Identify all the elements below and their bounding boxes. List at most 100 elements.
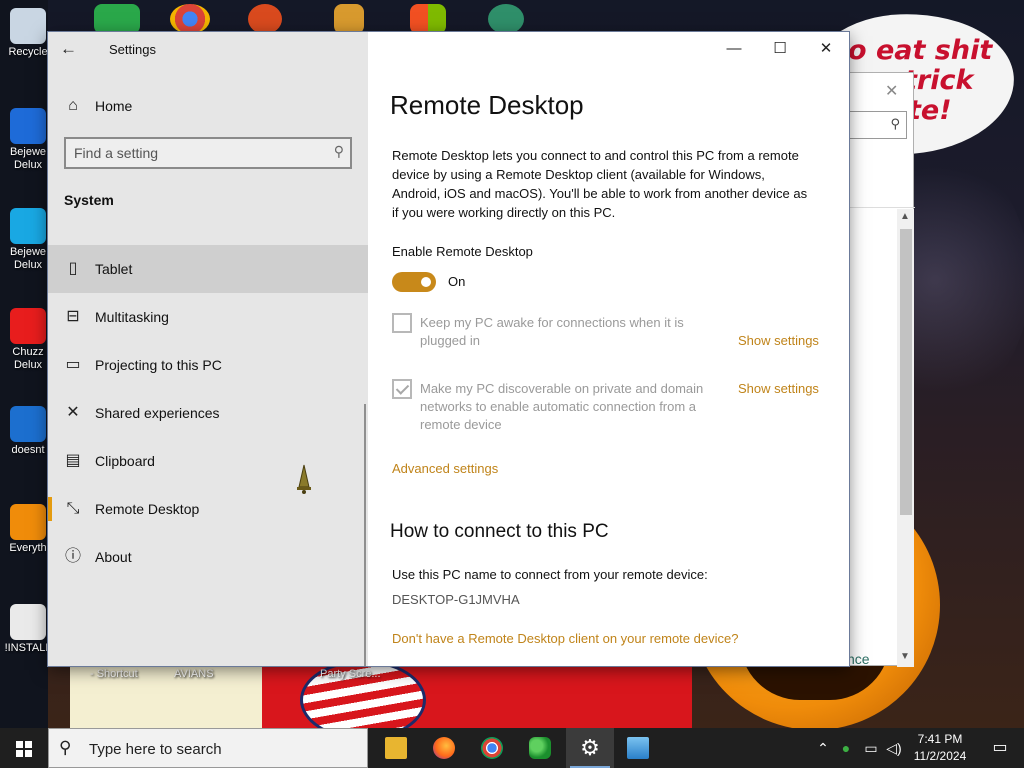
sidebar-item-tablet[interactable]: ▯ Tablet [48, 245, 368, 494]
section-label: System [64, 192, 114, 208]
page-description: Remote Desktop lets you connect to and c… [392, 148, 808, 220]
settings-taskbar-button[interactable]: ⚙ [566, 728, 614, 768]
sidebar-item-multitasking[interactable]: ⊟ Multitasking [48, 293, 368, 341]
title-bar[interactable]: ← Settings [48, 32, 368, 66]
nav-home-label: Home [95, 98, 133, 114]
microsoft-desktop-icon[interactable] [410, 4, 446, 34]
shortcut-label[interactable]: - Shortcut [90, 668, 138, 680]
character-desktop-icon[interactable] [488, 4, 524, 34]
desktop-icon-label: Chuzz Delux [12, 346, 44, 371]
sidebar-scrollbar[interactable] [364, 404, 366, 666]
how-to-connect-heading: How to connect to this PC [390, 521, 609, 542]
toggle-state-label: On [448, 274, 466, 289]
sidebar-item-shared-experiences[interactable]: ✕ Shared experiences [48, 389, 368, 437]
sidebar-item-label: About [95, 549, 132, 565]
maximize-icon[interactable]: ☐ [757, 36, 803, 62]
thunderbird-icon [10, 406, 46, 442]
sidebar-item-label: Tablet [95, 261, 133, 277]
home-icon: ⌂ [68, 97, 78, 114]
no-client-link[interactable]: Don't have a Remote Desktop client on yo… [392, 631, 738, 646]
volume-icon[interactable]: ◁) [884, 728, 904, 768]
close-icon[interactable]: ✕ [885, 81, 898, 101]
party-screen-label[interactable]: Party Scre... [320, 668, 381, 680]
settings-content: — ☐ ✕ Remote Desktop Remote Desktop lets… [368, 32, 849, 666]
shared-experiences-icon: ✕ [66, 404, 80, 421]
green-users-app-icon[interactable] [94, 4, 140, 34]
avians-label[interactable]: AVIANS [174, 668, 214, 680]
clock[interactable]: 7:41 PM 11/2/2024 [908, 731, 972, 765]
chrome-desktop-icon[interactable] [170, 4, 210, 34]
sidebar-item-about[interactable]: ⓘ About [48, 533, 368, 581]
divider [847, 207, 915, 208]
scrollbar-thumb[interactable] [900, 229, 912, 515]
chuzzle-desktop-icon[interactable]: Chuzz Delux [4, 308, 52, 372]
advanced-settings-link[interactable]: Advanced settings [392, 461, 498, 476]
minimize-icon[interactable]: — [711, 36, 757, 62]
gem-icon [10, 208, 46, 244]
enable-remote-desktop-toggle[interactable] [392, 272, 436, 292]
taskbar-search-input[interactable] [89, 740, 349, 758]
sidebar-item-label: Multitasking [95, 309, 169, 325]
clock-time: 7:41 PM [917, 732, 963, 746]
network-icon[interactable]: ▭ [860, 728, 882, 768]
desktop-icon-label: Recycle [8, 46, 48, 58]
desktop-icon-label: Everyth [9, 542, 47, 554]
projecting-icon: ▭ [65, 356, 81, 373]
sidebar-item-label: Projecting to this PC [95, 357, 222, 373]
scroll-down-icon[interactable]: ▼ [900, 651, 910, 662]
toggle-knob [421, 277, 431, 287]
search-icon: ⚲ [890, 116, 900, 131]
search-icon: ⚲ [59, 738, 72, 757]
remote-desktop-taskbar-button[interactable] [614, 728, 662, 768]
users-app-taskbar-button[interactable] [516, 728, 564, 768]
remote-desktop-app-icon [627, 737, 649, 759]
everything-desktop-icon[interactable]: Everyth [4, 504, 52, 554]
firefox-icon [433, 737, 455, 759]
show-settings-link-2[interactable]: Show settings [738, 381, 819, 396]
bejeweled-icon [10, 108, 46, 144]
folder-app-desktop-icon[interactable] [334, 4, 364, 34]
orange-app-desktop-icon[interactable] [248, 4, 282, 34]
taskbar-search[interactable]: ⚲ [48, 728, 368, 768]
search-icon: ⚲ [333, 143, 344, 159]
sidebar-item-clipboard[interactable]: ▤ Clipboard [48, 437, 368, 485]
sidebar-item-projecting[interactable]: ▭ Projecting to this PC [48, 341, 368, 389]
find-setting-input[interactable] [74, 144, 324, 162]
close-icon[interactable]: ✕ [803, 36, 849, 62]
start-button[interactable] [0, 728, 48, 768]
everything-search-icon [10, 504, 46, 540]
scroll-up-icon[interactable]: ▲ [900, 211, 910, 222]
chevron-up-icon[interactable]: ⌃ [814, 728, 832, 768]
keep-awake-checkbox[interactable] [392, 313, 412, 333]
settings-sidebar: ← Settings ⌂ Home ⚲ System ▯ Tablet ⊟ Mu… [48, 32, 368, 666]
keep-awake-label: Keep my PC awake for connections when it… [420, 315, 684, 348]
chrome-taskbar-button[interactable] [468, 728, 516, 768]
desktop-icon-label: Bejewe Delux [9, 246, 47, 271]
discoverable-checkbox[interactable] [392, 379, 412, 399]
users-tray-icon[interactable]: ● [836, 728, 856, 768]
chuzzle-icon [10, 308, 46, 344]
clipboard-icon: ▤ [65, 452, 81, 469]
recycle-bin-icon [10, 8, 46, 44]
recycle-bin-desktop-icon[interactable]: Recycle [4, 8, 52, 58]
background-window-text: nce [847, 651, 870, 667]
folder-icon [385, 737, 407, 759]
pc-name: DESKTOP-G1JMVHA [392, 592, 520, 607]
show-settings-link-1[interactable]: Show settings [738, 333, 819, 348]
install-desktop-icon[interactable]: !INSTALL [4, 604, 52, 654]
file-explorer-taskbar-button[interactable] [372, 728, 420, 768]
gear-icon: ⚙ [580, 735, 600, 760]
nav-home[interactable]: ⌂ Home [48, 90, 368, 122]
notification-icon[interactable]: ▭ [980, 728, 1020, 768]
chrome-icon [481, 737, 503, 759]
bejeweled-desktop-icon[interactable]: Bejewe Delux [4, 108, 52, 172]
doesnt-desktop-icon[interactable]: doesnt [4, 406, 52, 456]
remote-desktop-icon: ⤡ [66, 500, 80, 517]
background-window-search[interactable]: ⚲ [847, 111, 907, 139]
bejeweled-deluxe-desktop-icon[interactable]: Bejewe Delux [4, 208, 52, 272]
firefox-taskbar-button[interactable] [420, 728, 468, 768]
find-setting-box[interactable]: ⚲ [64, 137, 352, 169]
back-arrow-icon[interactable]: ← [60, 38, 84, 60]
sidebar-item-remote-desktop[interactable]: ⤡ Remote Desktop [48, 485, 368, 533]
multitasking-icon: ⊟ [66, 308, 80, 325]
